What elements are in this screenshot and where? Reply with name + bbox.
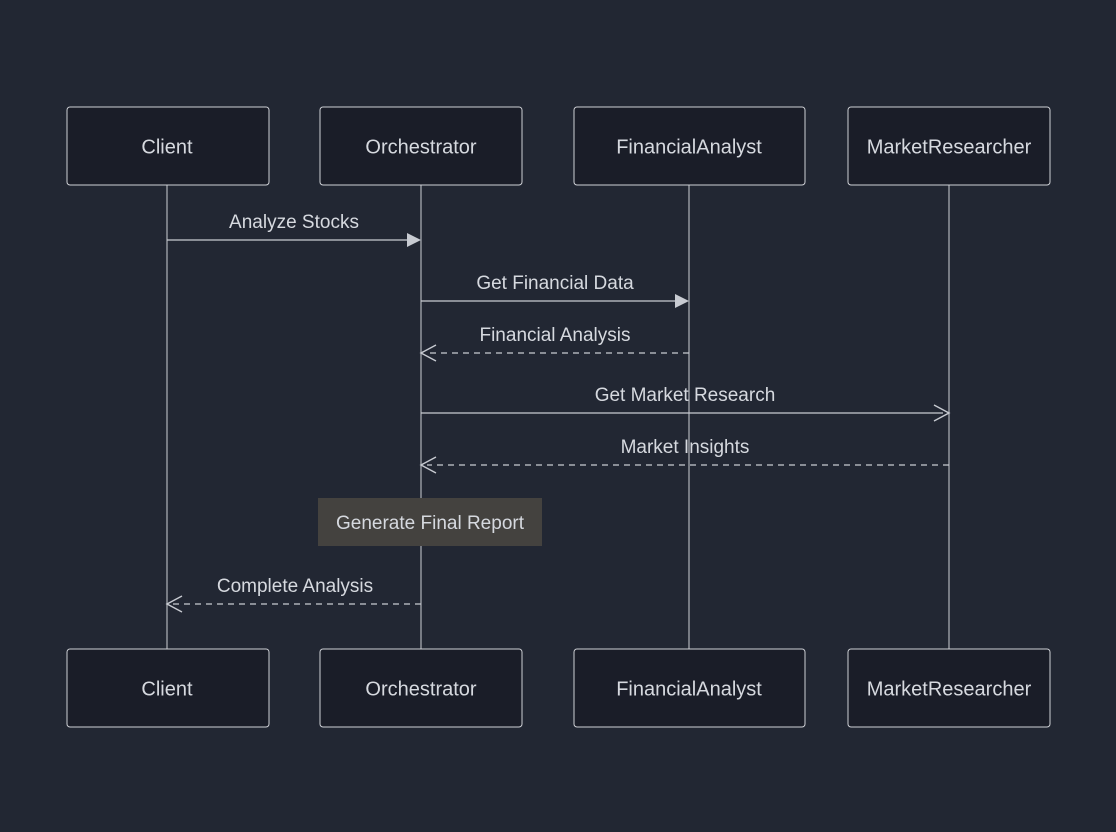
participant-label: MarketResearcher [867, 136, 1032, 158]
participant-orchestrator-bottom: Orchestrator [320, 649, 522, 727]
message-analyze-stocks: Analyze Stocks [167, 212, 421, 247]
sequence-diagram: Client Orchestrator FinancialAnalyst Mar… [0, 0, 1116, 832]
message-market-insights: Market Insights [421, 437, 949, 473]
participant-label: MarketResearcher [867, 678, 1032, 700]
message-label: Financial Analysis [479, 325, 630, 346]
note-generate-final-report: Generate Final Report [318, 498, 542, 546]
message-get-financial-data: Get Financial Data [421, 273, 689, 308]
participant-label: FinancialAnalyst [616, 136, 762, 158]
message-label: Analyze Stocks [229, 212, 359, 233]
message-complete-analysis: Complete Analysis [167, 576, 421, 612]
message-financial-analysis: Financial Analysis [421, 325, 689, 361]
message-get-market-research: Get Market Research [421, 385, 949, 421]
message-label: Get Market Research [595, 385, 776, 406]
participant-label: Orchestrator [365, 136, 476, 158]
participant-label: FinancialAnalyst [616, 678, 762, 700]
message-label: Get Financial Data [476, 273, 634, 294]
participant-marketresearcher-bottom: MarketResearcher [848, 649, 1050, 727]
participant-financialanalyst-top: FinancialAnalyst [574, 107, 805, 185]
participant-client-top: Client [67, 107, 269, 185]
participant-client-bottom: Client [67, 649, 269, 727]
participant-marketresearcher-top: MarketResearcher [848, 107, 1050, 185]
participant-orchestrator-top: Orchestrator [320, 107, 522, 185]
message-label: Complete Analysis [217, 576, 373, 597]
participant-financialanalyst-bottom: FinancialAnalyst [574, 649, 805, 727]
note-label: Generate Final Report [336, 513, 525, 534]
participant-label: Orchestrator [365, 678, 476, 700]
participant-label: Client [141, 136, 193, 158]
message-label: Market Insights [621, 437, 750, 458]
participant-label: Client [141, 678, 193, 700]
